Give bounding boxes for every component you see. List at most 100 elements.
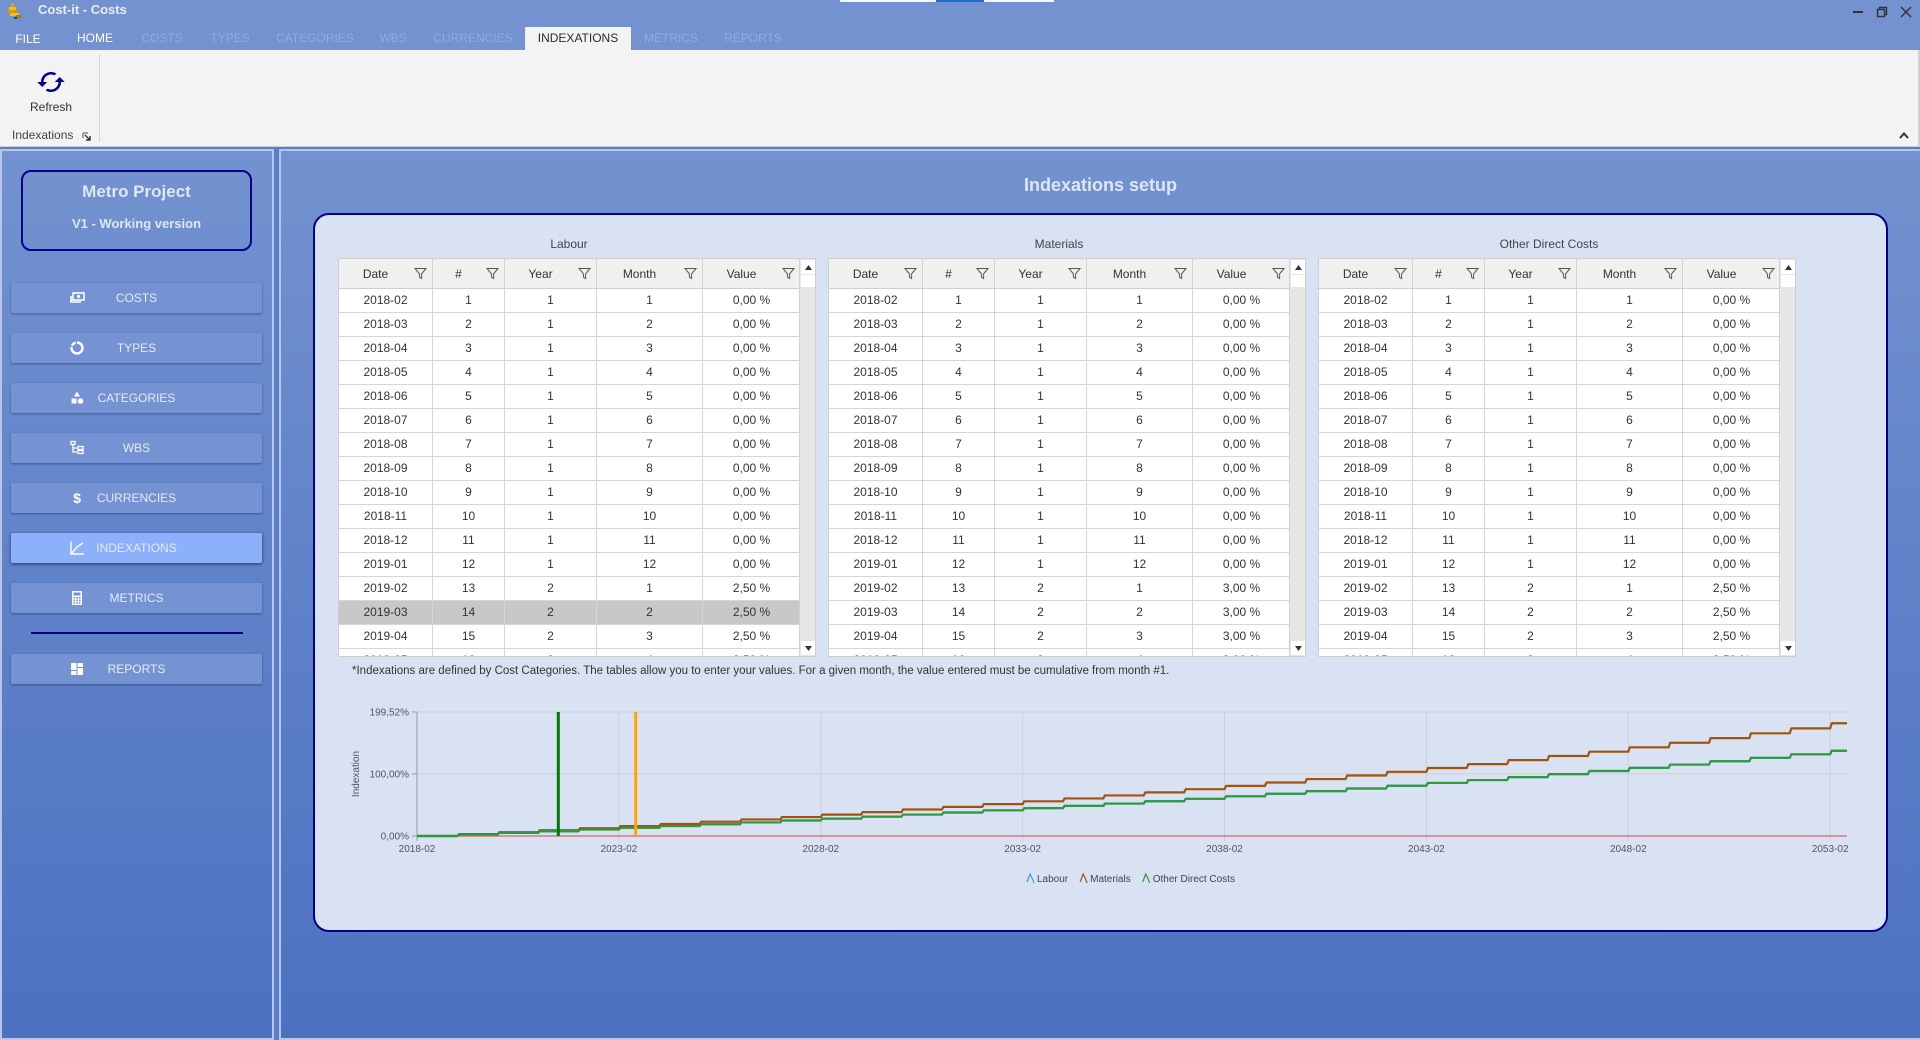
cell-year[interactable]: 1 <box>505 505 597 528</box>
filter-icon[interactable] <box>1388 259 1412 289</box>
tab-categories[interactable]: CATEGORIES <box>270 27 360 50</box>
cell-number[interactable]: 8 <box>1413 457 1485 480</box>
cell-value[interactable]: 2,50 % <box>703 577 801 600</box>
cell-value[interactable]: 0,00 % <box>703 289 801 312</box>
cell-date[interactable]: 2018-03 <box>339 313 433 336</box>
column-header-date[interactable]: Date <box>1319 259 1413 288</box>
table-row[interactable]: 2019-01 12 1 12 0,00 % <box>1319 553 1781 577</box>
table-row[interactable]: 2019-04 15 2 3 2,50 % <box>339 625 801 649</box>
cell-month[interactable]: 1 <box>1577 289 1683 312</box>
cell-number[interactable]: 12 <box>433 553 505 576</box>
cell-number[interactable]: 10 <box>923 505 995 528</box>
vertical-scrollbar[interactable] <box>1289 259 1305 656</box>
table-row[interactable]: 2018-12 11 1 11 0,00 % <box>1319 529 1781 553</box>
cell-year[interactable]: 1 <box>1485 481 1577 504</box>
filter-icon[interactable] <box>1460 259 1484 289</box>
cell-value[interactable]: 0,00 % <box>703 457 801 480</box>
cell-year[interactable]: 2 <box>995 601 1087 624</box>
column-header-value[interactable]: Value <box>1193 259 1291 288</box>
table-row[interactable]: 2018-11 10 1 10 0,00 % <box>1319 505 1781 529</box>
cell-value[interactable]: 0,00 % <box>1193 433 1291 456</box>
table-row[interactable]: 2018-09 8 1 8 0,00 % <box>829 457 1291 481</box>
cell-month[interactable]: 3 <box>1087 337 1193 360</box>
table-row[interactable]: 2018-05 4 1 4 0,00 % <box>829 361 1291 385</box>
table-row[interactable]: 2019-01 12 1 12 0,00 % <box>829 553 1291 577</box>
cell-number[interactable]: 4 <box>923 361 995 384</box>
cell-month[interactable]: 4 <box>1577 361 1683 384</box>
sidebar-item-types[interactable]: TYPES <box>11 333 262 363</box>
cell-month[interactable]: 11 <box>1087 529 1193 552</box>
cell-month[interactable]: 5 <box>597 385 703 408</box>
cell-year[interactable]: 1 <box>995 289 1087 312</box>
dialog-launcher-icon[interactable] <box>82 132 92 142</box>
scroll-down-button[interactable] <box>801 641 815 655</box>
cell-year[interactable]: 1 <box>505 313 597 336</box>
table-row[interactable]: 2019-03 14 2 2 3,00 % <box>829 601 1291 625</box>
cell-month[interactable]: 1 <box>1087 577 1193 600</box>
cell-number[interactable]: 16 <box>1413 649 1485 656</box>
cell-month[interactable]: 5 <box>1577 385 1683 408</box>
cell-year[interactable]: 1 <box>505 433 597 456</box>
cell-date[interactable]: 2018-06 <box>1319 385 1413 408</box>
sidebar-item-metrics[interactable]: METRICS <box>11 583 262 613</box>
cell-value[interactable]: 3,00 % <box>1193 625 1291 648</box>
cell-number[interactable]: 7 <box>923 433 995 456</box>
cell-date[interactable]: 2018-03 <box>829 313 923 336</box>
cell-year[interactable]: 1 <box>995 337 1087 360</box>
cell-month[interactable]: 8 <box>1577 457 1683 480</box>
cell-number[interactable]: 5 <box>433 385 505 408</box>
cell-number[interactable]: 16 <box>923 649 995 656</box>
cell-date[interactable]: 2019-02 <box>829 577 923 600</box>
cell-month[interactable]: 9 <box>1577 481 1683 504</box>
cell-number[interactable]: 9 <box>433 481 505 504</box>
cell-date[interactable]: 2018-10 <box>829 481 923 504</box>
cell-value[interactable]: 0,00 % <box>1683 337 1781 360</box>
column-header-year[interactable]: Year <box>505 259 597 288</box>
cell-month[interactable]: 11 <box>1577 529 1683 552</box>
cell-year[interactable]: 1 <box>505 409 597 432</box>
cell-value[interactable]: 0,00 % <box>1193 289 1291 312</box>
cell-number[interactable]: 10 <box>1413 505 1485 528</box>
table-row[interactable]: 2018-08 7 1 7 0,00 % <box>829 433 1291 457</box>
cell-number[interactable]: 7 <box>1413 433 1485 456</box>
cell-year[interactable]: 2 <box>1485 577 1577 600</box>
cell-year[interactable]: 2 <box>1485 601 1577 624</box>
cell-number[interactable]: 15 <box>923 625 995 648</box>
table-row[interactable]: 2018-03 2 1 2 0,00 % <box>1319 313 1781 337</box>
cell-number[interactable]: 3 <box>433 337 505 360</box>
series-line-labour[interactable] <box>417 749 1847 838</box>
table-row[interactable]: 2018-05 4 1 4 0,00 % <box>1319 361 1781 385</box>
tab-indexations[interactable]: INDEXATIONS <box>525 27 631 50</box>
cell-value[interactable]: 0,00 % <box>703 313 801 336</box>
tab-currencies[interactable]: CURRENCIES <box>427 27 518 50</box>
cell-month[interactable]: 1 <box>1087 289 1193 312</box>
cell-number[interactable]: 13 <box>923 577 995 600</box>
cell-month[interactable]: 6 <box>597 409 703 432</box>
cell-month[interactable]: 8 <box>1087 457 1193 480</box>
cell-month[interactable]: 3 <box>1087 625 1193 648</box>
cell-date[interactable]: 2018-12 <box>1319 529 1413 552</box>
cell-year[interactable]: 1 <box>995 409 1087 432</box>
series-line-materials[interactable] <box>417 722 1847 838</box>
cell-year[interactable]: 1 <box>1485 337 1577 360</box>
table-row[interactable]: 2019-04 15 2 3 3,00 % <box>829 625 1291 649</box>
cell-value[interactable]: 2,50 % <box>703 649 801 656</box>
cell-date[interactable]: 2018-07 <box>1319 409 1413 432</box>
cell-date[interactable]: 2018-07 <box>829 409 923 432</box>
column-header-number[interactable]: # <box>433 259 505 288</box>
cell-date[interactable]: 2018-04 <box>339 337 433 360</box>
cell-date[interactable]: 2018-11 <box>339 505 433 528</box>
cell-value[interactable]: 0,00 % <box>1193 409 1291 432</box>
filter-icon[interactable] <box>1062 259 1086 289</box>
cell-date[interactable]: 2019-05 <box>1319 649 1413 656</box>
table-row[interactable]: 2019-01 12 1 12 0,00 % <box>339 553 801 577</box>
ribbon-collapse-button[interactable] <box>1896 128 1912 142</box>
cell-date[interactable]: 2018-10 <box>339 481 433 504</box>
cell-month[interactable]: 6 <box>1087 409 1193 432</box>
cell-value[interactable]: 0,00 % <box>1193 337 1291 360</box>
cell-date[interactable]: 2018-05 <box>1319 361 1413 384</box>
cell-month[interactable]: 7 <box>597 433 703 456</box>
column-header-year[interactable]: Year <box>995 259 1087 288</box>
cell-number[interactable]: 13 <box>433 577 505 600</box>
cell-year[interactable]: 2 <box>995 625 1087 648</box>
